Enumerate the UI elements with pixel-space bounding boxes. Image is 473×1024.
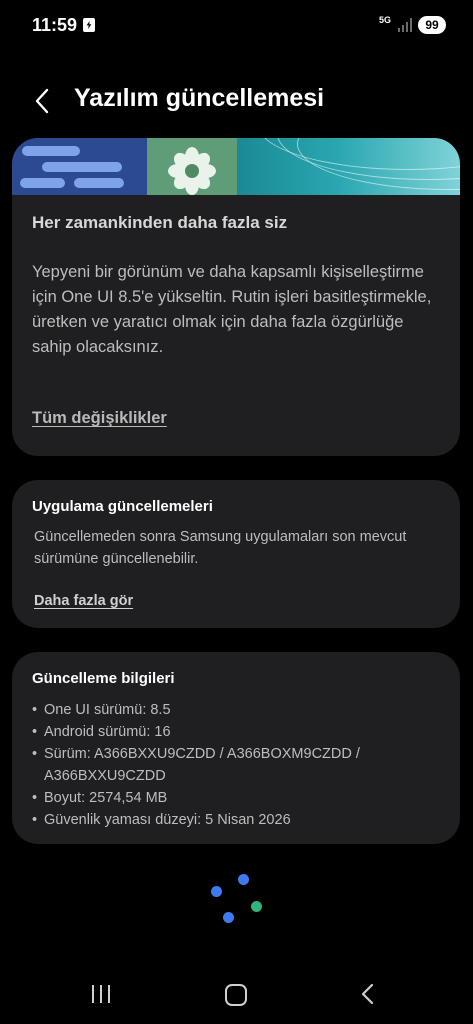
page-title: Yazılım güncellemesi <box>74 84 325 112</box>
network-5g-icon: 5G <box>379 15 392 25</box>
info-item-build-version: Sürüm: A366BXXU9CZDD / A366BOXM9CZDD / A… <box>32 743 452 787</box>
app-updates-card: Uygulama güncellemeleri Güncellemeden so… <box>12 480 460 628</box>
status-bar: 11:59 5G 99 <box>0 0 473 52</box>
status-time: 11:59 <box>32 15 78 35</box>
back-icon[interactable] <box>358 982 378 1006</box>
whats-new-card: Her zamankinden daha fazla siz Yepyeni b… <box>12 138 460 456</box>
main-card-body: Yepyeni bir görünüm ve daha kapsamlı kiş… <box>32 263 432 356</box>
flower-icon <box>168 147 216 195</box>
app-updates-body: Güncellemeden sonra Samsung uygulamaları… <box>34 529 407 567</box>
see-more-link[interactable]: Daha fazla gör <box>34 593 133 609</box>
header: Yazılım güncellemesi <box>0 78 473 122</box>
all-changes-link[interactable]: Tüm değişiklikler <box>32 409 167 428</box>
info-item-security-patch: Güvenlik yaması düzeyi: 5 Nisan 2026 <box>32 809 452 831</box>
main-card-heading: Her zamankinden daha fazla siz <box>32 213 288 232</box>
spinner-dot <box>211 886 222 897</box>
app-notification-icon <box>83 18 95 32</box>
chevron-left-icon <box>35 88 49 114</box>
update-info-list: One UI sürümü: 8.5 Android sürümü: 16 Sü… <box>32 699 452 831</box>
info-item-size: Boyut: 2574,54 MB <box>32 787 452 809</box>
loading-spinner <box>205 868 265 924</box>
info-item-one-ui-version: One UI sürümü: 8.5 <box>32 699 452 721</box>
one-ui-banner-image <box>12 138 460 195</box>
home-icon[interactable] <box>225 984 247 1006</box>
update-info-card: Güncelleme bilgileri One UI sürümü: 8.5 … <box>12 652 460 844</box>
signal-icon <box>398 18 412 32</box>
spinner-dot <box>238 874 249 885</box>
recents-icon[interactable] <box>92 985 114 1005</box>
info-item-android-version: Android sürümü: 16 <box>32 721 452 743</box>
app-updates-heading: Uygulama güncellemeleri <box>32 498 213 515</box>
navigation-bar <box>0 968 473 1024</box>
back-button[interactable] <box>28 86 58 116</box>
spinner-dot <box>223 912 234 923</box>
battery-icon: 99 <box>418 16 446 34</box>
spinner-dot <box>251 901 262 912</box>
update-info-heading: Güncelleme bilgileri <box>32 670 175 687</box>
